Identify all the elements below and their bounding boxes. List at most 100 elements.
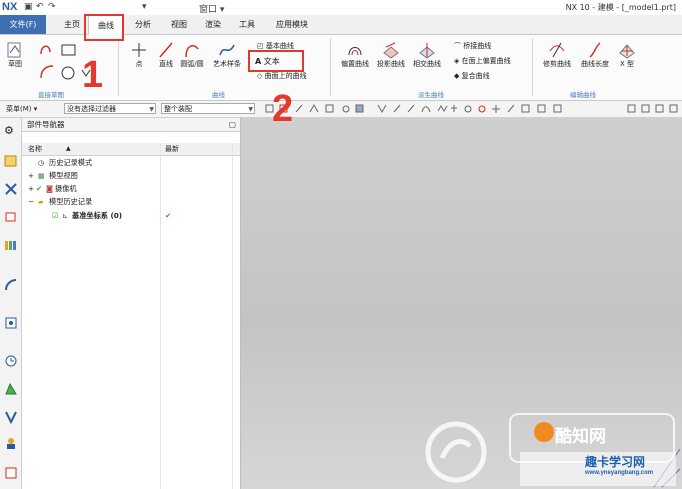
offset-curve-icon xyxy=(348,47,362,56)
assembly-navigator-icon[interactable] xyxy=(4,182,18,196)
gear-icon[interactable]: ⚙ xyxy=(4,124,18,138)
manufacturing-icon[interactable] xyxy=(4,410,18,424)
save-icon[interactable]: ▣ xyxy=(24,2,33,12)
folder-icon: ▰ xyxy=(38,197,44,206)
line-button[interactable]: 直线 xyxy=(156,41,176,69)
project-curve-label: 投影曲线 xyxy=(377,60,405,68)
curve-length-label: 曲线长度 xyxy=(581,60,609,68)
constraint-navigator-icon[interactable] xyxy=(4,210,18,224)
process-studio-icon[interactable] xyxy=(4,382,18,396)
navigator-column-header: 名称 ▲ 最新 xyxy=(22,143,240,156)
expand-icon[interactable]: + xyxy=(28,183,34,195)
web-browser-icon[interactable] xyxy=(4,278,18,292)
curve-length-button[interactable]: 曲线长度 xyxy=(578,41,612,69)
trim-curve-button[interactable]: 修剪曲线 xyxy=(540,41,574,69)
chevron-down-icon: ▼ xyxy=(149,106,154,113)
tab-render[interactable]: 渲染 xyxy=(200,15,226,34)
curve-on-surface-label: 曲面上的曲线 xyxy=(264,72,307,80)
check-icon: ✔ xyxy=(36,184,43,193)
studio-spline-button[interactable]: 艺术样条 xyxy=(212,41,242,69)
tab-analysis[interactable]: 分析 xyxy=(130,15,156,34)
tab-app-modules[interactable]: 应用模块 xyxy=(270,15,314,34)
tab-tools[interactable]: 工具 xyxy=(234,15,260,34)
ribbon-separator xyxy=(532,38,533,96)
clock-icon[interactable] xyxy=(4,354,18,368)
watermark-logo xyxy=(425,413,676,486)
tab-view[interactable]: 视图 xyxy=(166,15,192,34)
system-materials-icon[interactable] xyxy=(4,466,18,480)
highlight-curve-tab xyxy=(84,14,124,41)
x-form-label: X 型 xyxy=(619,60,635,68)
window-menu[interactable]: 窗口 ▾ xyxy=(199,2,224,15)
roles-icon[interactable] xyxy=(4,436,18,450)
undo-icon[interactable]: ↶ xyxy=(36,2,44,12)
basic-curves-label: 基本曲线 xyxy=(265,42,294,50)
maximize-icon[interactable]: ▢ xyxy=(229,118,236,132)
spline-icon xyxy=(219,44,235,56)
sketch-button[interactable]: 草图 xyxy=(5,41,25,69)
sketch-icon xyxy=(7,42,21,58)
collapse-icon[interactable]: − xyxy=(28,196,34,208)
step-number-2: 2 xyxy=(272,88,294,130)
history-palette-icon[interactable] xyxy=(4,316,18,330)
column-latest-header[interactable]: 最新 xyxy=(165,143,179,155)
latest-check-icon: ✔ xyxy=(165,211,172,220)
reuse-library-icon[interactable] xyxy=(4,238,18,252)
history-clock-icon: ◷ xyxy=(38,158,45,167)
model-views-icon: ▦ xyxy=(38,171,45,180)
type-filter-value: 没有选择过滤器 xyxy=(67,105,116,113)
direct-sketch-group-label: 直接草图 xyxy=(38,91,64,99)
tree-item-datum-csys[interactable]: ☑ ⊾ 基准坐标系 (0) ✔ xyxy=(22,210,240,222)
tree-item-model-history[interactable]: − ▰ 模型历史记录 xyxy=(22,196,240,208)
tree-item-cameras[interactable]: + ✔ ◙ 摄像机 xyxy=(22,183,240,195)
resource-bar: ⚙ xyxy=(0,118,22,489)
watermark-brand-1: 酷知网 xyxy=(555,427,606,446)
type-filter-select[interactable]: 没有选择过滤器 ▼ xyxy=(64,103,156,114)
part-navigator-icon[interactable] xyxy=(4,154,18,168)
selection-toolbar: 菜单(M) ▾ 没有选择过滤器 ▼ 整个装配 ▼ xyxy=(0,101,682,118)
file-menu[interactable]: 文件(F) xyxy=(0,15,46,34)
redo-icon[interactable]: ↷ xyxy=(48,2,56,12)
arc-circle-button[interactable]: 圆弧/圆 xyxy=(176,41,208,69)
offset-in-face-item[interactable]: ◈ 在面上偏置曲线 xyxy=(454,56,511,66)
x-form-button[interactable]: X 型 xyxy=(614,41,640,69)
expand-icon[interactable]: + xyxy=(28,170,34,182)
point-label: 点 xyxy=(135,60,143,68)
intersect-curve-icon xyxy=(419,43,435,59)
composite-curve-item[interactable]: ◆ 复合曲线 xyxy=(454,71,490,81)
tree-item-label: 摄像机 xyxy=(55,184,77,193)
bridge-curve-item[interactable]: ⌒ 桥接曲线 xyxy=(454,41,491,51)
tree-item-label: 基准坐标系 (0) xyxy=(72,211,123,220)
sketch-label: 草图 xyxy=(8,60,22,68)
part-navigator: 部件导航器 ▢ 名称 ▲ 最新 ◷ 历史记录模式 + ▦ 模型视图 + ✔ ◙ … xyxy=(22,118,241,489)
window-title: NX 10 - 建模 - [_model1.prt] xyxy=(565,3,676,12)
assembly-scope-value: 整个装配 xyxy=(164,105,192,113)
tab-home[interactable]: 主页 xyxy=(60,15,84,34)
curve-length-icon xyxy=(589,42,601,58)
curve-on-surface-item[interactable]: ◇ 曲面上的曲线 xyxy=(257,71,307,81)
datum-csys-icon: ⊾ xyxy=(62,211,69,220)
snap-point-icons[interactable] xyxy=(264,103,680,115)
tree-item-history-mode[interactable]: ◷ 历史记录模式 xyxy=(22,157,240,169)
assembly-scope-select[interactable]: 整个装配 ▼ xyxy=(161,103,255,114)
point-button[interactable]: 点 xyxy=(130,41,148,69)
intersect-curve-button[interactable]: 相交曲线 xyxy=(410,41,444,69)
trim-curve-icon xyxy=(549,42,565,58)
tree-item-model-views[interactable]: + ▦ 模型视图 xyxy=(22,170,240,182)
checkbox-icon[interactable]: ☑ xyxy=(52,210,58,222)
quick-access-dropdown[interactable]: ▾ xyxy=(142,2,147,12)
curve-group-label: 曲线 xyxy=(212,91,225,99)
menu-button[interactable]: 菜单(M) ▾ xyxy=(6,104,37,114)
sort-ascending-icon[interactable]: ▲ xyxy=(66,143,71,155)
project-curve-icon xyxy=(383,42,399,59)
offset-in-face-label: 在面上偏置曲线 xyxy=(461,57,511,65)
navigator-title: 部件导航器 xyxy=(27,120,65,129)
project-curve-button[interactable]: 投影曲线 xyxy=(374,41,408,69)
x-form-icon xyxy=(619,44,635,59)
offset-curve-button[interactable]: 偏置曲线 xyxy=(338,41,372,69)
composite-curve-label: 复合曲线 xyxy=(461,72,490,80)
offset-curve-label: 偏置曲线 xyxy=(341,60,369,68)
arc-circle-label: 圆弧/圆 xyxy=(180,60,204,68)
column-name-header[interactable]: 名称 xyxy=(28,143,42,155)
ribbon-separator xyxy=(330,38,331,96)
